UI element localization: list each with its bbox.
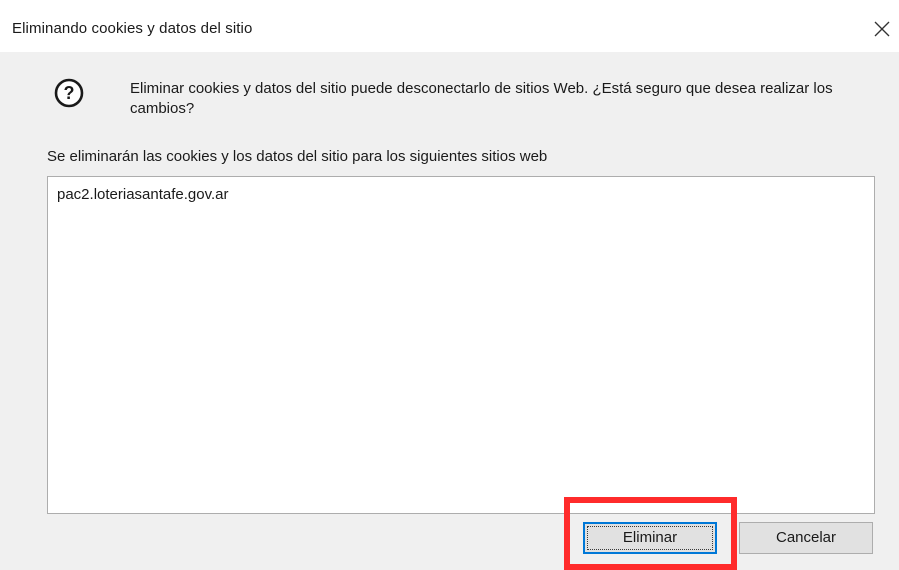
delete-cookies-dialog: Eliminando cookies y datos del sitio ? E… <box>0 0 899 570</box>
svg-text:?: ? <box>64 83 75 103</box>
site-list[interactable]: pac2.loteriasantafe.gov.ar <box>47 176 875 514</box>
delete-button[interactable]: Eliminar <box>583 522 717 554</box>
question-icon: ? <box>54 78 84 108</box>
list-item[interactable]: pac2.loteriasantafe.gov.ar <box>57 186 229 203</box>
close-icon <box>874 21 890 37</box>
delete-button-label: Eliminar <box>622 529 678 546</box>
dialog-content: ? Eliminar cookies y datos del sitio pue… <box>0 52 899 570</box>
window-title: Eliminando cookies y datos del sitio <box>12 20 253 37</box>
confirmation-message: Eliminar cookies y datos del sitio puede… <box>130 80 833 117</box>
title-bar: Eliminando cookies y datos del sitio <box>0 0 899 53</box>
cancel-button[interactable]: Cancelar <box>739 522 873 554</box>
close-button[interactable] <box>871 18 893 40</box>
site-list-label: Se eliminarán las cookies y los datos de… <box>47 148 548 165</box>
